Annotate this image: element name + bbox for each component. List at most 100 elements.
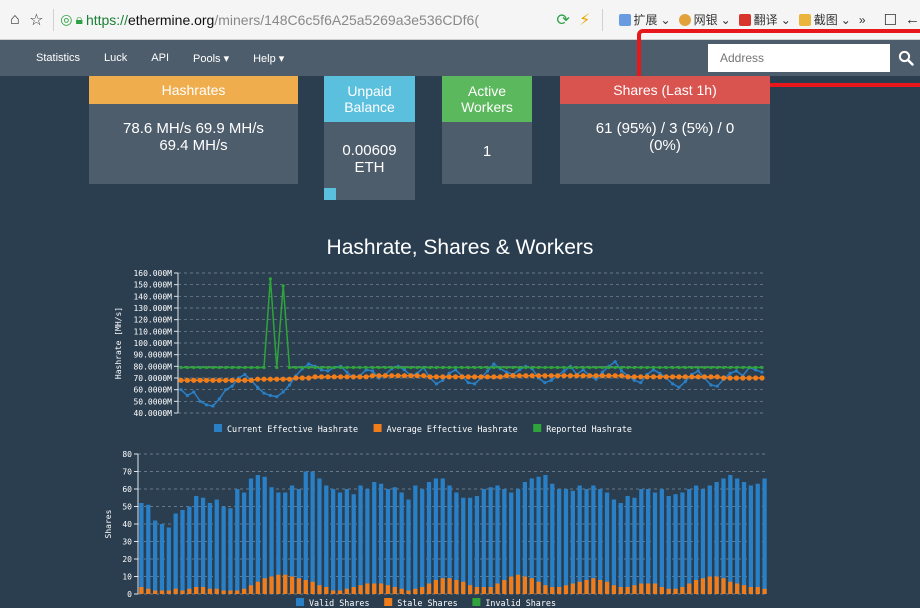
stale-shares-bar xyxy=(426,583,432,594)
reported-hashrate-point xyxy=(479,365,483,370)
valid-shares-bar xyxy=(235,489,240,594)
valid-shares-bar xyxy=(296,489,302,594)
stale-shares-bar xyxy=(440,578,445,594)
valid-shares-bar xyxy=(310,471,315,594)
current-hashrate-point xyxy=(319,368,324,372)
search-icon[interactable] xyxy=(898,50,914,66)
y-tick-label: 160.000M xyxy=(133,269,172,278)
current-hashrate-point xyxy=(511,372,515,377)
stale-shares-bar xyxy=(680,587,685,594)
average-hashrate-point xyxy=(369,373,376,379)
reported-hashrate-point xyxy=(294,365,298,370)
stale-shares-bar xyxy=(248,585,254,594)
average-hashrate-point xyxy=(376,373,382,379)
extensions-icon xyxy=(618,13,631,26)
valid-shares-bar xyxy=(741,482,747,594)
average-hashrate-point xyxy=(555,373,561,379)
nav-api[interactable]: API xyxy=(139,52,181,64)
nav-luck[interactable]: Luck xyxy=(92,52,139,64)
average-hashrate-point xyxy=(676,374,682,380)
reported-hashrate-point xyxy=(307,365,311,370)
current-hashrate-point xyxy=(249,378,253,382)
address-search-input[interactable] xyxy=(708,44,890,72)
current-hashrate-point xyxy=(747,365,751,370)
valid-shares-bar xyxy=(748,485,754,594)
reported-hashrate-point xyxy=(702,365,707,370)
current-hashrate-point xyxy=(594,377,598,381)
url-path: /miners/148C6c5f6A25a5269a3e536CDf6( xyxy=(214,11,479,28)
stale-shares-bar xyxy=(228,590,233,594)
current-hashrate-point xyxy=(664,376,668,380)
stale-shares-bar xyxy=(673,588,678,594)
average-hashrate-point xyxy=(542,373,548,379)
average-hashrate-point xyxy=(606,373,612,379)
valid-shares-bar xyxy=(248,478,254,594)
reported-hashrate-point xyxy=(607,365,611,370)
stale-shares-bar xyxy=(392,587,397,594)
reported-hashrate-point xyxy=(619,365,624,370)
address-bar[interactable]: ◎ 🔒︎ https://ethermine.org/miners/148C6c… xyxy=(60,11,552,28)
stale-shares-bar xyxy=(700,578,706,594)
average-hashrate-point xyxy=(229,377,235,383)
y-tick-label: 110.000M xyxy=(133,327,172,336)
more-extensions-button[interactable]: » xyxy=(859,13,866,27)
y-tick-label: 40.0000M xyxy=(133,409,172,418)
legend-swatch xyxy=(384,598,393,606)
average-hashrate-point xyxy=(567,373,574,379)
reported-hashrate-point xyxy=(460,365,464,370)
average-hashrate-point xyxy=(670,374,676,380)
bookmark-star-icon[interactable]: ☆ xyxy=(26,10,48,30)
refresh-icon[interactable]: ⟳ xyxy=(552,10,574,30)
nav-pools-dropdown[interactable]: Pools ▾ xyxy=(181,52,241,65)
current-hashrate-point xyxy=(179,388,183,392)
current-hashrate-point xyxy=(422,365,426,370)
current-hashrate-point xyxy=(651,368,656,372)
valid-shares-bar xyxy=(344,489,349,594)
extension-item[interactable]: 截图 ⌄ xyxy=(798,11,851,28)
reported-hashrate-point xyxy=(179,365,183,370)
back-arrow-icon[interactable]: ← xyxy=(905,11,920,28)
reported-hashrate-point xyxy=(370,365,375,370)
stale-shares-bar xyxy=(283,574,288,594)
home-icon[interactable]: ⌂ xyxy=(4,11,26,29)
stale-shares-bar xyxy=(762,588,767,594)
current-hashrate-point xyxy=(728,371,732,375)
lightning-icon[interactable]: ⚡ xyxy=(574,10,596,30)
reported-hashrate-point xyxy=(722,365,726,370)
stale-shares-bar xyxy=(488,587,493,594)
reported-hashrate-point xyxy=(185,365,189,370)
window-icon[interactable]: ☐ xyxy=(884,11,897,29)
extension-item[interactable]: 翻译 ⌄ xyxy=(738,11,791,28)
nav-help-dropdown[interactable]: Help ▾ xyxy=(241,52,296,65)
valid-shares-bar xyxy=(406,499,411,594)
extension-item[interactable]: 扩展 ⌄ xyxy=(618,11,671,28)
average-hashrate-point xyxy=(727,375,733,381)
stale-shares-bar xyxy=(515,574,521,594)
reported-hashrate-point xyxy=(351,365,355,370)
current-hashrate-point xyxy=(287,383,292,387)
average-hashrate-point xyxy=(510,373,516,379)
valid-shares-bar xyxy=(221,506,226,594)
reported-hashrate-point xyxy=(568,365,573,370)
stale-shares-bar xyxy=(262,578,267,594)
stale-shares-bar xyxy=(399,588,404,594)
current-hashrate-point xyxy=(447,371,451,375)
average-hashrate-point xyxy=(312,374,318,380)
legend-swatch xyxy=(373,424,382,432)
average-hashrate-point xyxy=(663,374,669,380)
shares-header: Shares (Last 1h) xyxy=(560,76,770,104)
average-hashrate-point xyxy=(695,374,701,380)
current-hashrate-point xyxy=(671,382,675,386)
current-hashrate-point xyxy=(275,395,279,399)
nav-statistics[interactable]: Statistics xyxy=(0,52,92,64)
valid-shares-bar xyxy=(515,489,521,594)
y-tick-label: 10 xyxy=(122,573,132,582)
stale-shares-bar xyxy=(707,576,712,594)
extension-item[interactable]: 网银 ⌄ xyxy=(678,11,731,28)
legend-swatch xyxy=(296,598,304,606)
reported-hashrate-point xyxy=(287,365,292,370)
current-hashrate-point xyxy=(415,371,419,375)
valid-shares-bar xyxy=(200,497,206,594)
average-hashrate-point xyxy=(408,373,414,379)
stale-shares-bar xyxy=(344,588,349,594)
